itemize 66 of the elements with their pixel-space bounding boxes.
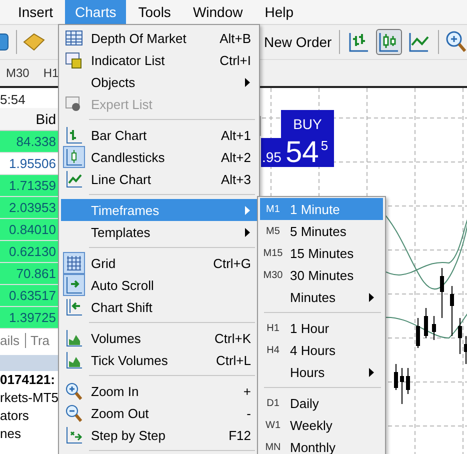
zoom-in-icon[interactable] — [444, 30, 467, 54]
navigator-item[interactable]: nes — [0, 425, 58, 443]
menu-item[interactable]: M5 5 Minutes — [260, 220, 383, 242]
menu-item[interactable]: Minutes — [260, 286, 383, 308]
menu-item[interactable]: M15 15 Minutes — [260, 242, 383, 264]
menu-item[interactable]: Zoom In + — [61, 380, 257, 402]
bid-cell: 1.71359 — [0, 175, 58, 197]
candlestick — [450, 286, 454, 336]
diamond-icon[interactable] — [23, 31, 45, 53]
navigator-item[interactable]: rkets-MT5 — [0, 389, 58, 407]
navigator-item[interactable]: 0174121: — [0, 371, 58, 389]
candlestick — [400, 368, 404, 404]
menu-item[interactable]: Auto Scroll — [61, 274, 257, 296]
menu-bar-item[interactable]: Help — [254, 0, 304, 24]
price-text: 54 — [285, 138, 319, 167]
menu-item[interactable]: M30 30 Minutes — [260, 264, 383, 286]
menu-bar-item[interactable]: Tools — [128, 0, 181, 24]
candlestick — [458, 318, 462, 354]
panel-header — [0, 355, 58, 371]
bid-cell: 2.03953 — [0, 197, 58, 219]
tab[interactable]: Tra — [24, 332, 50, 348]
menu-item[interactable]: Objects — [61, 71, 257, 93]
candlestick — [464, 336, 467, 364]
menu-item[interactable]: Bar Chart Alt+1 — [61, 124, 257, 146]
price-text: 5 — [320, 138, 328, 153]
menu-bar-item[interactable]: Insert — [8, 0, 64, 24]
buy-button[interactable]: BUY — [281, 110, 334, 138]
bid-cell: 0.84010 — [0, 219, 58, 241]
timeframe-button[interactable]: M30 — [6, 66, 30, 80]
menu-item[interactable]: Templates — [61, 221, 257, 243]
menu-item[interactable]: Indicator List Ctrl+I — [61, 49, 257, 71]
time-label: 5:54 — [0, 91, 26, 108]
menu-item[interactable]: D1 Daily — [260, 392, 383, 414]
menu-item[interactable]: Depth Of Market Alt+B — [61, 27, 257, 49]
candlestick — [432, 316, 436, 340]
menu-item[interactable]: MN Monthly — [260, 436, 383, 454]
menu-item[interactable]: Chart Shift — [61, 296, 257, 318]
timeframe-button[interactable]: H1 — [43, 66, 59, 80]
column-header[interactable]: Bid — [0, 108, 58, 131]
new-order-button[interactable]: New Order — [263, 31, 333, 53]
bid-cell: 1.39725 — [0, 307, 58, 329]
candlestick — [406, 368, 410, 394]
tab[interactable]: ails — [0, 332, 20, 348]
menu-item[interactable]: H1 1 Hour — [260, 317, 383, 339]
candlestick — [416, 318, 420, 348]
menu-item[interactable]: Zoom Out - — [61, 402, 257, 424]
bid-cell: 0.62130 — [0, 241, 58, 263]
menu-bar-item[interactable]: Window — [182, 0, 253, 24]
candlestick — [394, 364, 398, 390]
menu-item[interactable]: Grid Ctrl+G — [61, 252, 257, 274]
menu-item[interactable]: Candlesticks Alt+2 — [61, 146, 257, 168]
bid-cell: 84.338 — [0, 131, 58, 153]
bid-cell: 0.63517 — [0, 285, 58, 307]
menu-item[interactable]: H4 4 Hours — [260, 339, 383, 361]
navigator-item[interactable]: ators — [0, 407, 58, 425]
menu-item[interactable]: Tick Volumes Ctrl+L — [61, 349, 257, 371]
bid-cell: 70.861 — [0, 263, 58, 285]
candlestick — [440, 268, 444, 318]
chart-type-button[interactable] — [376, 29, 402, 55]
menu-item[interactable]: W1 Weekly — [260, 414, 383, 436]
candlestick — [424, 308, 428, 338]
menu-item[interactable]: Line Chart Alt+3 — [61, 168, 257, 190]
menu-item[interactable]: Hours — [260, 361, 383, 383]
menu-item[interactable]: Volumes Ctrl+K — [61, 327, 257, 349]
price-text: .95 — [262, 149, 282, 165]
menu-item[interactable]: Step by Step F12 — [61, 424, 257, 446]
